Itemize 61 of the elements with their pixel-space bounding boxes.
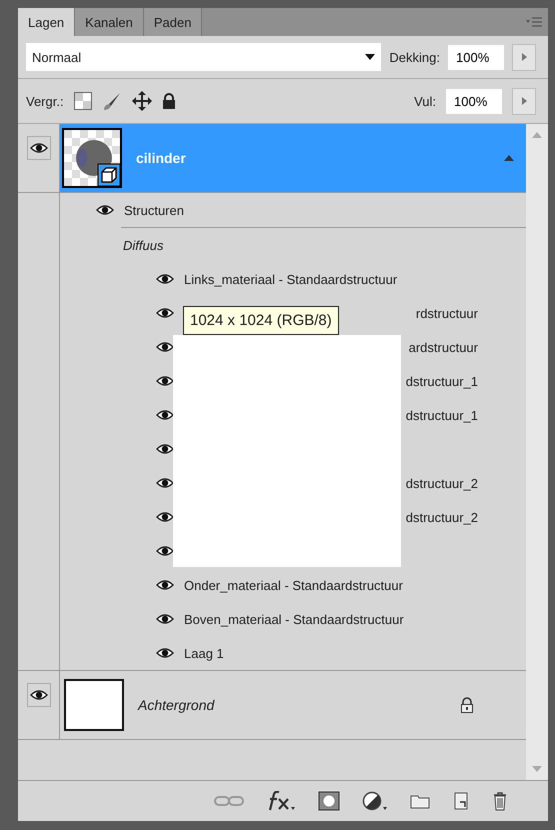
eye-icon[interactable]: [96, 204, 114, 216]
eye-icon[interactable]: [156, 579, 174, 591]
opacity-field[interactable]: 100%: [448, 44, 504, 70]
new-layer-icon[interactable]: [452, 792, 470, 810]
eye-icon[interactable]: [156, 647, 174, 659]
panel-tab[interactable]: Lagen: [18, 8, 76, 36]
tooltip: 1024 x 1024 (RGB/8): [183, 306, 339, 335]
texture-name: Onder_materiaal - Standaardstructuur: [184, 578, 403, 592]
texture-name: Boven_materiaal - Standaardstructuur: [184, 612, 404, 626]
lock-transparency-icon[interactable]: [74, 92, 92, 110]
texture-group-label: Diffuus: [123, 238, 164, 252]
blend-mode-dropdown[interactable]: Normaal: [26, 43, 382, 71]
trash-icon[interactable]: [492, 791, 508, 811]
eye-icon[interactable]: [156, 511, 174, 523]
fill-field[interactable]: 100%: [446, 88, 502, 114]
texture-name: Laag 1: [184, 646, 224, 660]
texture-name: ardstructuur: [408, 340, 478, 354]
panel-tab[interactable]: Paden: [144, 8, 202, 36]
layer-name: Achtergrond: [138, 697, 214, 713]
visibility-toggle[interactable]: [26, 683, 50, 707]
eye-icon: [30, 142, 48, 154]
lock-icon[interactable]: [162, 93, 176, 109]
eye-icon[interactable]: [156, 409, 174, 421]
texture-name: rdstructuur: [416, 306, 478, 320]
layer-thumbnail: [62, 128, 122, 188]
eye-icon[interactable]: [156, 341, 174, 353]
eye-icon[interactable]: [156, 375, 174, 387]
layer-thumbnail: [64, 679, 124, 731]
triangle-icon: [522, 53, 526, 61]
eye-icon[interactable]: [156, 613, 174, 625]
opacity-label: Dekking:: [389, 50, 440, 64]
texture-name: dstructuur_2: [406, 476, 478, 490]
eye-icon: [30, 689, 48, 701]
texture-name: dstructuur_2: [406, 510, 478, 524]
folder-icon[interactable]: [410, 793, 430, 809]
eye-icon[interactable]: [156, 443, 174, 455]
layer-row[interactable]: Achtergrond: [60, 671, 526, 739]
texture-name: Links_materiaal - Standaardstructuur: [184, 272, 398, 286]
texture-name: dstructuur_1: [406, 374, 478, 388]
textures-label: Structuren: [124, 202, 184, 218]
eye-icon[interactable]: [156, 307, 174, 319]
opacity-slider-button[interactable]: [512, 44, 536, 70]
fill-label: Vul:: [414, 94, 436, 108]
eye-icon[interactable]: [156, 273, 174, 285]
fill-slider-button[interactable]: [512, 88, 536, 114]
panel-tab[interactable]: Kanalen: [75, 8, 144, 36]
adjustment-icon[interactable]: [362, 791, 388, 811]
layer-name: cilinder: [136, 150, 186, 166]
collapse-arrow-icon[interactable]: [504, 155, 514, 161]
effects-icon[interactable]: [266, 791, 296, 811]
move-icon[interactable]: [132, 91, 152, 111]
texture-name: dstructuur_1: [406, 408, 478, 422]
eye-icon[interactable]: [156, 477, 174, 489]
mask-icon[interactable]: [318, 791, 340, 811]
eye-icon[interactable]: [156, 545, 174, 557]
lock-label: Vergr.:: [26, 94, 64, 108]
caret-icon: [365, 54, 376, 60]
triangle-icon: [522, 97, 526, 105]
visibility-toggle[interactable]: [26, 136, 50, 160]
lock-icon: [460, 697, 474, 713]
blend-mode-value: Normaal: [32, 50, 82, 64]
